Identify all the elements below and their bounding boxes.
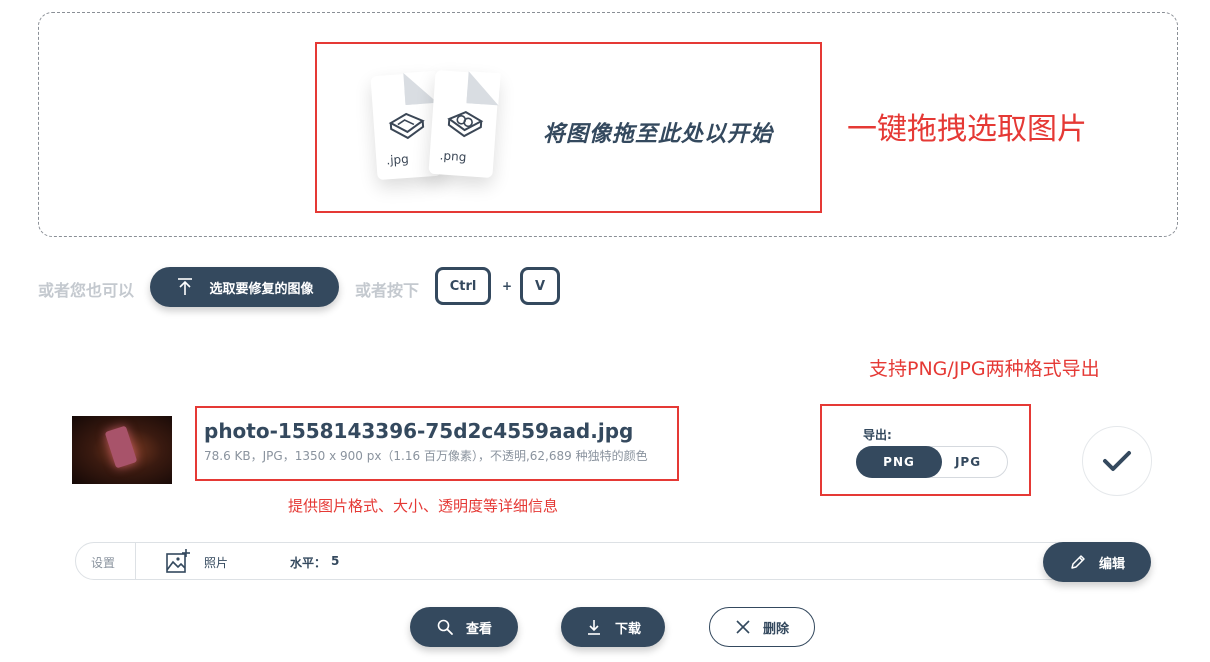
- settings-mode: 照片: [204, 556, 229, 570]
- edit-button[interactable]: 编辑: [1043, 542, 1151, 582]
- ctrl-key: Ctrl: [435, 267, 491, 305]
- v-key: V: [520, 267, 560, 305]
- pencil-icon: [1071, 555, 1085, 569]
- annotation-info: 提供图片格式、大小、透明度等详细信息: [288, 497, 559, 515]
- delete-label: 删除: [762, 621, 789, 637]
- download-icon: [587, 620, 600, 635]
- delete-button[interactable]: 删除: [709, 607, 815, 647]
- annotation-box-dropzone: [315, 42, 822, 213]
- file-meta: 78.6 KB，JPG，1350 x 900 px（1.16 百万像素），不透明…: [204, 449, 648, 463]
- view-label: 查看: [465, 621, 492, 637]
- view-button[interactable]: 查看: [410, 607, 518, 647]
- or-you-can-text: 或者您也可以: [38, 281, 135, 300]
- level-label: 水平：: [290, 556, 327, 570]
- plus-sign: +: [502, 279, 513, 293]
- settings-bar: 设置 照片 水平： 5: [75, 542, 1147, 580]
- or-press-text: 或者按下: [355, 281, 420, 300]
- download-label: 下载: [614, 621, 641, 637]
- checkmark-icon: [1103, 451, 1131, 471]
- level-value: 5: [331, 554, 340, 568]
- annotation-formats: 支持PNG/JPG两种格式导出: [869, 358, 1100, 380]
- annotation-drag-drop: 一键拖拽选取图片: [847, 112, 1087, 147]
- export-label: 导出:: [863, 428, 892, 442]
- upload-icon: [178, 278, 193, 295]
- export-option-png[interactable]: PNG: [856, 446, 942, 478]
- annotation-box-info: [195, 406, 679, 481]
- file-thumbnail: [72, 416, 172, 484]
- search-icon: [437, 619, 453, 635]
- select-image-label: 选取要修复的图像: [209, 281, 314, 297]
- file-name: photo-1558143396-75d2c4559aad.jpg: [204, 419, 634, 443]
- export-format-toggle[interactable]: JPG PNG: [856, 446, 1008, 478]
- close-icon: [736, 620, 750, 634]
- download-button[interactable]: 下载: [561, 607, 665, 647]
- photo-mode-icon: [166, 549, 190, 573]
- select-image-button[interactable]: 选取要修复的图像: [150, 267, 339, 307]
- settings-label: 设置: [91, 556, 116, 570]
- confirm-button[interactable]: [1082, 426, 1152, 496]
- edit-label: 编辑: [1098, 556, 1125, 572]
